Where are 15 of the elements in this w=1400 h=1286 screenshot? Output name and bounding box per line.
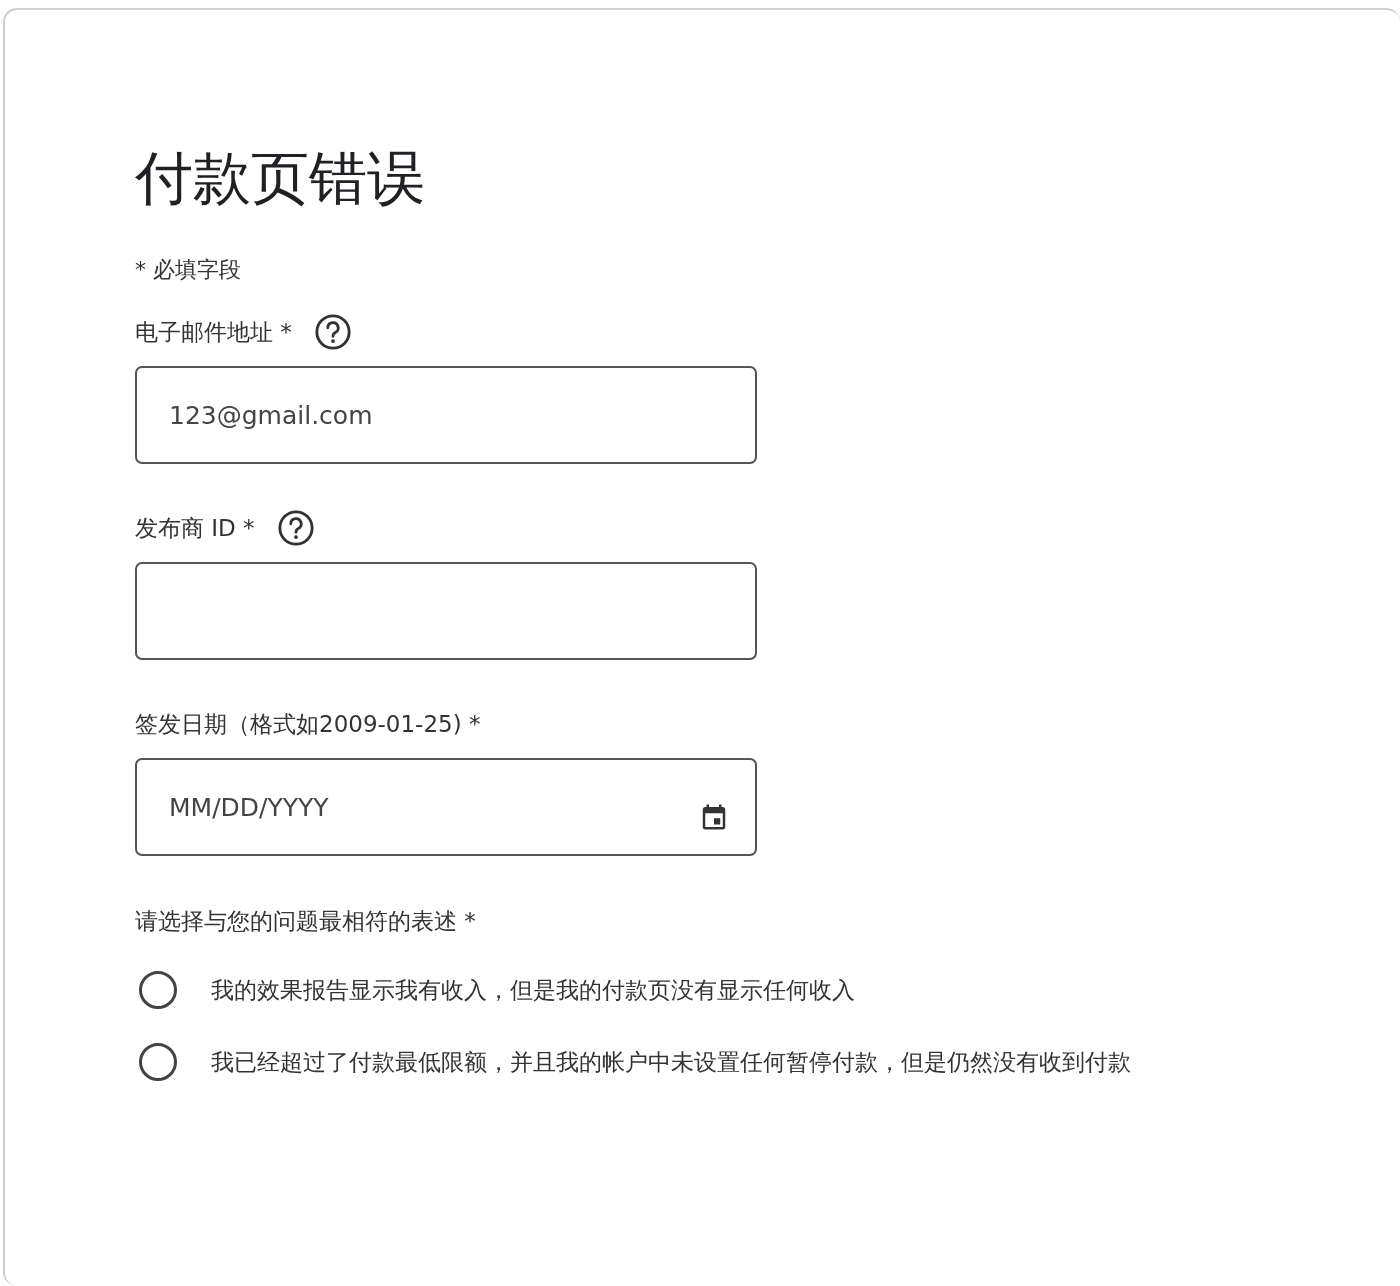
radio-button[interactable] — [139, 1043, 177, 1081]
option-label[interactable]: 我的效果报告显示我有收入，但是我的付款页没有显示任何收入 — [211, 974, 855, 1006]
date-field[interactable]: MM/DD/YYYY — [135, 758, 757, 856]
option-label[interactable]: 我已经超过了付款最低限额，并且我的帐户中未设置任何暂停付款，但是仍然没有收到付款 — [211, 1046, 1131, 1078]
field-label: 签发日期（格式如2009-01-25) * — [135, 709, 481, 739]
help-icon[interactable] — [313, 313, 352, 351]
field-label: 电子邮件地址 * — [135, 317, 292, 347]
input-field[interactable] — [135, 562, 757, 660]
radio-button[interactable] — [139, 971, 177, 1009]
field-label: 发布商 ID * — [135, 513, 255, 543]
question-label: 请选择与您的问题最相符的表述 * — [135, 907, 477, 936]
help-icon[interactable] — [276, 509, 315, 547]
required-note: * 必填字段 — [135, 256, 242, 284]
form-title: 付款页错误 — [135, 143, 426, 214]
input-field[interactable]: 123@gmail.com — [135, 366, 757, 464]
